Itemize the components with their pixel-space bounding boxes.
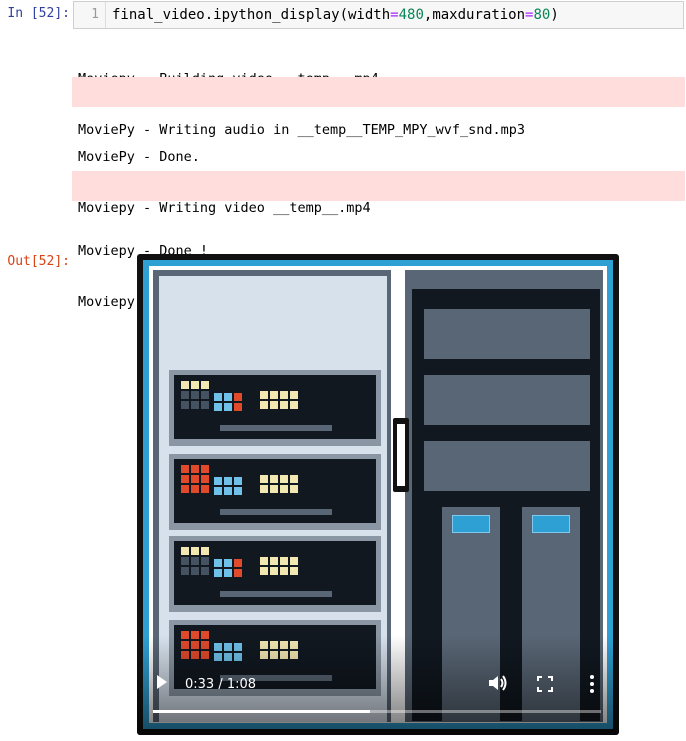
cabinet-panel: [424, 441, 590, 491]
input-prompt: In [52]:: [7, 6, 70, 21]
play-icon[interactable]: [157, 675, 167, 689]
line-number: 1: [74, 2, 106, 28]
fullscreen-icon[interactable]: [537, 676, 553, 692]
code-line[interactable]: final_video.ipython_display(width=480,ma…: [112, 2, 559, 28]
code-maxduration-value: 80: [533, 7, 551, 23]
more-options-icon[interactable]: [589, 674, 595, 694]
video-player[interactable]: 0:33 / 1:08: [137, 254, 619, 735]
output-prompt: Out[52]:: [7, 254, 70, 269]
tower-screen: [452, 515, 490, 533]
stderr-output-1: [72, 77, 685, 107]
tower-screen: [532, 515, 570, 533]
server-unit: [169, 370, 381, 446]
code-call: final_video.ipython_display(width: [112, 7, 391, 23]
time-display: 0:33 / 1:08: [185, 677, 257, 692]
seek-progress: [153, 710, 371, 713]
stderr-output-2: [72, 171, 685, 201]
cabinet-panel: [424, 309, 590, 359]
server-unit: [169, 454, 381, 530]
cabinet-panel: [424, 375, 590, 425]
code-cell-input[interactable]: 1 final_video.ipython_display(width=480,…: [73, 1, 684, 29]
code-width-value: 480: [398, 7, 424, 23]
output-line: MoviePy - Done.: [78, 149, 200, 165]
server-unit: [169, 536, 381, 612]
code-close: ): [550, 7, 559, 23]
code-equals: =: [390, 7, 399, 23]
volume-icon[interactable]: [487, 673, 509, 693]
seek-bar[interactable]: [153, 710, 601, 713]
door-handle: [393, 418, 409, 492]
code-mid: ,maxduration: [423, 7, 526, 23]
